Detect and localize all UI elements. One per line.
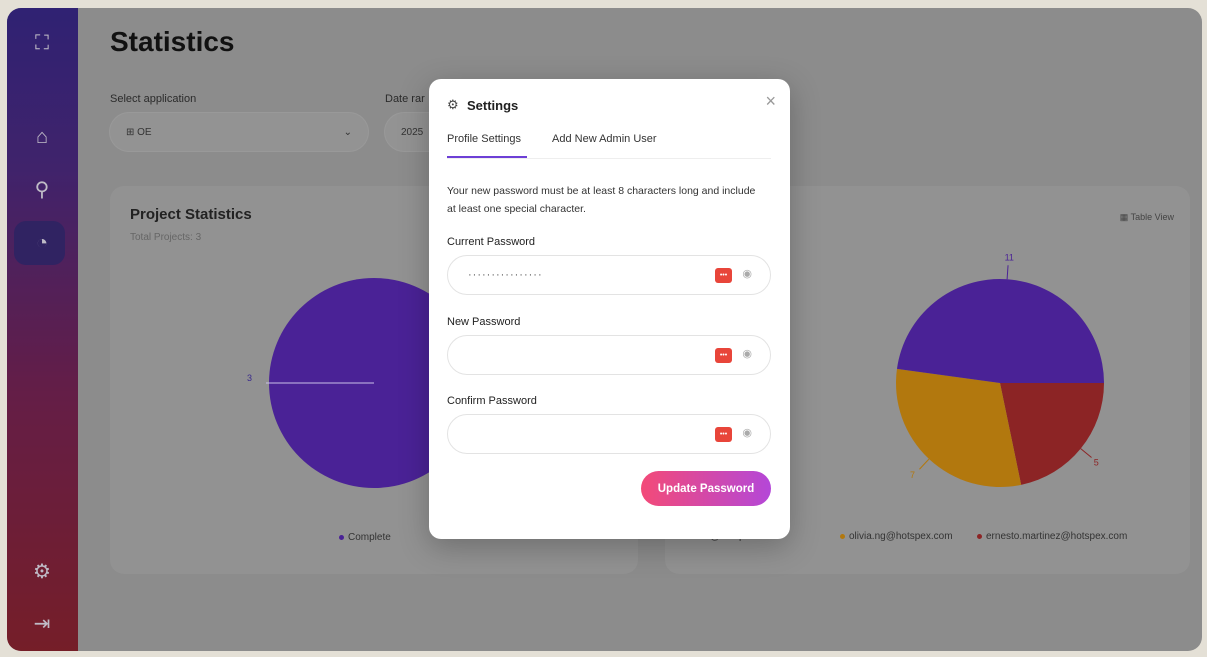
current-password-label: Current Password [447, 236, 536, 248]
tab-profile-settings[interactable]: Profile Settings [447, 133, 521, 145]
current-password-field[interactable]: ················ ••• ◉ [447, 255, 771, 295]
password-manager-icon[interactable]: ••• [715, 348, 732, 363]
pie-leader-line [1080, 448, 1092, 458]
pie-data-label: 7 [910, 470, 915, 480]
update-password-button[interactable]: Update Password [641, 471, 771, 506]
logo-icon: ⛶ [35, 31, 49, 54]
eye-icon[interactable]: ◉ [742, 267, 752, 280]
legend-label: ernesto.martinez@hotspex.com [986, 531, 1128, 542]
active-tab-indicator [447, 156, 527, 158]
application-select[interactable]: ⊞ OE ⌄ [110, 113, 368, 151]
pie-slice-1[interactable] [896, 278, 1104, 383]
legend-item-user-2: olivia.ng@hotspex.com [840, 531, 953, 542]
settings-modal: ⚙ Settings × Profile Settings Add New Ad… [429, 79, 790, 539]
pie-leader-line [1006, 265, 1009, 280]
eye-icon[interactable]: ◉ [742, 347, 752, 360]
select-application-label: Select application [110, 93, 197, 105]
pie-data-label: 11 [1005, 252, 1014, 262]
application-select-value: ⊞ OE [126, 126, 152, 138]
pie-leader-line [919, 458, 930, 470]
legend-item-complete: Complete [339, 532, 391, 543]
current-password-value: ················ [468, 269, 543, 281]
confirm-password-field[interactable]: ••• ◉ [447, 414, 771, 454]
gear-icon: ⚙ [447, 97, 459, 112]
eye-icon[interactable]: ◉ [742, 426, 752, 439]
legend-label: Complete [348, 532, 391, 543]
legend-dot [977, 533, 982, 539]
chevron-down-icon: ⌄ [343, 126, 352, 138]
user-search-icon[interactable]: ⚲ [27, 174, 57, 204]
new-password-field[interactable]: ••• ◉ [447, 335, 771, 375]
legend-item-user-3: ernesto.martinez@hotspex.com [977, 531, 1127, 542]
date-range-value: 2025 [401, 126, 424, 138]
close-icon[interactable]: × [765, 91, 776, 112]
legend-dot [840, 533, 845, 539]
confirm-password-label: Confirm Password [447, 395, 537, 407]
legend-label: olivia.ng@hotspex.com [849, 531, 953, 542]
pie-data-label: 3 [247, 373, 252, 383]
pie-chart-icon[interactable]: ◔ [27, 228, 57, 258]
home-icon[interactable]: ⌂ [27, 122, 57, 152]
tab-divider [447, 158, 771, 159]
settings-modal-title: Settings [467, 98, 519, 113]
password-requirements-text: Your new password must be at least 8 cha… [447, 185, 756, 215]
page-title: Statistics [110, 26, 235, 57]
tab-add-new-admin-user[interactable]: Add New Admin User [552, 133, 657, 145]
new-password-label: New Password [447, 316, 521, 328]
legend-dot [339, 534, 344, 540]
password-manager-icon[interactable]: ••• [715, 268, 732, 283]
logout-icon[interactable]: ⇥ [27, 608, 57, 638]
settings-icon[interactable]: ⚙ [27, 556, 57, 586]
date-range-label: Date rar [385, 93, 425, 105]
pie-data-label: 5 [1094, 458, 1099, 468]
sidebar: ⛶ ⌂ ⚲ ◔ ⚙ ⇥ [7, 8, 78, 651]
password-manager-icon[interactable]: ••• [715, 427, 732, 442]
